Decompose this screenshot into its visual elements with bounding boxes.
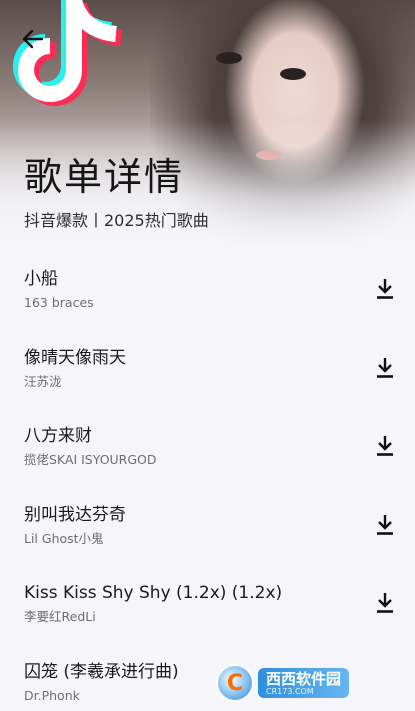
song-item[interactable]: Kiss Kiss Shy Shy (1.2x) (1.2x) 李要红RedLi xyxy=(0,564,415,643)
download-button[interactable] xyxy=(372,512,398,538)
song-item[interactable]: 像晴天像雨天 汪苏泷 xyxy=(0,329,415,408)
song-artist: 揽佬SKAI ISYOURGOD xyxy=(24,452,157,467)
song-item[interactable]: 别叫我达芬奇 Lil Ghost小鬼 xyxy=(0,486,415,565)
song-list: 小船 163 braces 像晴天像雨天 汪苏泷 八方来财 揽佬SKAI ISY… xyxy=(0,250,415,711)
watermark-label: 西西软件园 CR173.COM xyxy=(258,668,350,698)
page-subtitle: 抖音爆款丨2025热门歌曲 xyxy=(24,211,209,230)
download-icon xyxy=(377,357,393,378)
site-watermark: C 西西软件园 CR173.COM xyxy=(216,664,394,702)
cover-photo-detail xyxy=(280,68,306,80)
cover-photo-detail xyxy=(216,52,242,64)
song-artist: 163 braces xyxy=(24,295,94,310)
download-icon xyxy=(377,514,393,535)
song-title: Kiss Kiss Shy Shy (1.2x) (1.2x) xyxy=(24,583,283,603)
song-artist: Dr.Phonk xyxy=(24,687,80,703)
tiktok-logo-icon xyxy=(13,0,123,106)
back-button[interactable] xyxy=(16,22,50,56)
download-button[interactable] xyxy=(372,590,398,616)
arrow-left-icon xyxy=(22,29,44,49)
song-title: 八方来财 xyxy=(24,426,92,446)
download-icon xyxy=(377,279,393,299)
watermark-name: 西西软件园 xyxy=(266,669,342,688)
song-title: 囚笼 (李羲承进行曲) xyxy=(24,661,179,682)
download-icon xyxy=(377,593,393,613)
watermark-domain: CR173.COM xyxy=(266,686,314,696)
download-button[interactable] xyxy=(372,355,398,381)
download-icon xyxy=(377,436,393,456)
song-item[interactable]: 小船 163 braces xyxy=(0,250,415,329)
song-title: 像晴天像雨天 xyxy=(24,347,126,368)
song-item[interactable]: 八方来财 揽佬SKAI ISYOURGOD xyxy=(0,407,415,486)
page-title: 歌单详情 xyxy=(24,155,185,199)
download-button[interactable] xyxy=(372,276,398,302)
download-button[interactable] xyxy=(372,433,398,459)
song-artist: 李要红RedLi xyxy=(24,609,96,624)
watermark-logo: C xyxy=(216,664,254,702)
song-title: 小船 xyxy=(24,269,58,289)
song-artist: Lil Ghost小鬼 xyxy=(24,530,104,546)
song-title: 别叫我达芬奇 xyxy=(24,504,126,525)
song-artist: 汪苏泷 xyxy=(24,373,62,389)
